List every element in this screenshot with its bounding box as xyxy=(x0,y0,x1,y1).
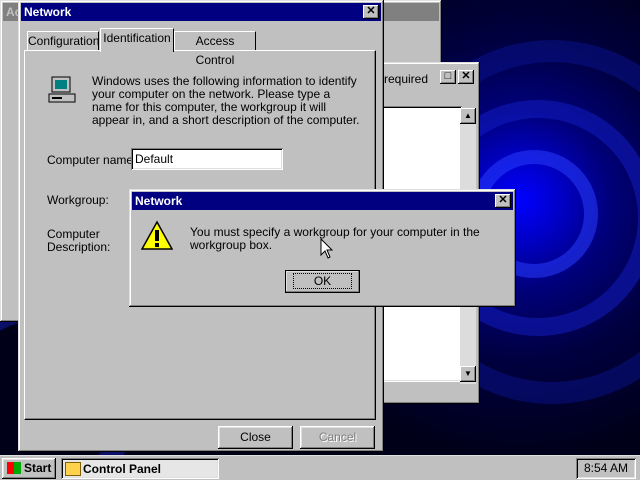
taskbar: Start Control Panel 8:54 AM xyxy=(0,455,640,480)
windows-logo-icon xyxy=(6,462,21,474)
computer-name-label: Computer name: xyxy=(47,153,137,167)
scroll-down-icon[interactable]: ▼ xyxy=(460,366,476,382)
ok-button-label: OK xyxy=(292,273,353,289)
scroll-up-icon[interactable]: ▲ xyxy=(460,108,476,124)
task-label: Control Panel xyxy=(83,462,162,476)
computer-description-label: Computer Description: xyxy=(47,227,111,254)
taskbar-task-control-panel[interactable]: Control Panel xyxy=(61,458,219,479)
network-titlebar[interactable]: Network ✕ xyxy=(21,3,381,21)
computer-icon xyxy=(46,74,78,106)
computer-name-value: Default xyxy=(135,152,174,166)
close-icon[interactable]: ✕ xyxy=(495,194,511,208)
tab-identification[interactable]: Identification xyxy=(100,28,174,52)
identification-description: Windows uses the following information t… xyxy=(92,74,360,127)
warning-icon xyxy=(140,220,174,252)
folder-icon xyxy=(65,462,81,476)
close-button[interactable]: Close xyxy=(218,426,293,449)
alert-titlebar[interactable]: Network ✕ xyxy=(132,192,513,210)
required-text: required xyxy=(384,72,429,86)
workgroup-label: Workgroup: xyxy=(47,193,109,207)
system-clock: 8:54 AM xyxy=(576,458,636,479)
close-icon[interactable]: ✕ xyxy=(458,70,474,84)
cancel-button[interactable]: Cancel xyxy=(300,426,375,449)
start-button[interactable]: Start xyxy=(2,458,56,479)
alert-title: Network xyxy=(135,194,183,208)
alert-message: You must specify a workgroup for your co… xyxy=(190,225,480,252)
network-title: Network xyxy=(24,5,72,19)
mouse-cursor-icon xyxy=(320,237,334,260)
computer-name-field[interactable]: Default xyxy=(131,148,283,170)
tab-configuration[interactable]: Configuration xyxy=(27,31,99,51)
close-icon[interactable]: ✕ xyxy=(363,5,379,19)
maximize-icon[interactable]: □ xyxy=(440,70,456,84)
ok-button[interactable]: OK xyxy=(285,270,360,293)
start-label: Start xyxy=(24,461,52,475)
tab-access-control[interactable]: Access Control xyxy=(174,31,256,67)
